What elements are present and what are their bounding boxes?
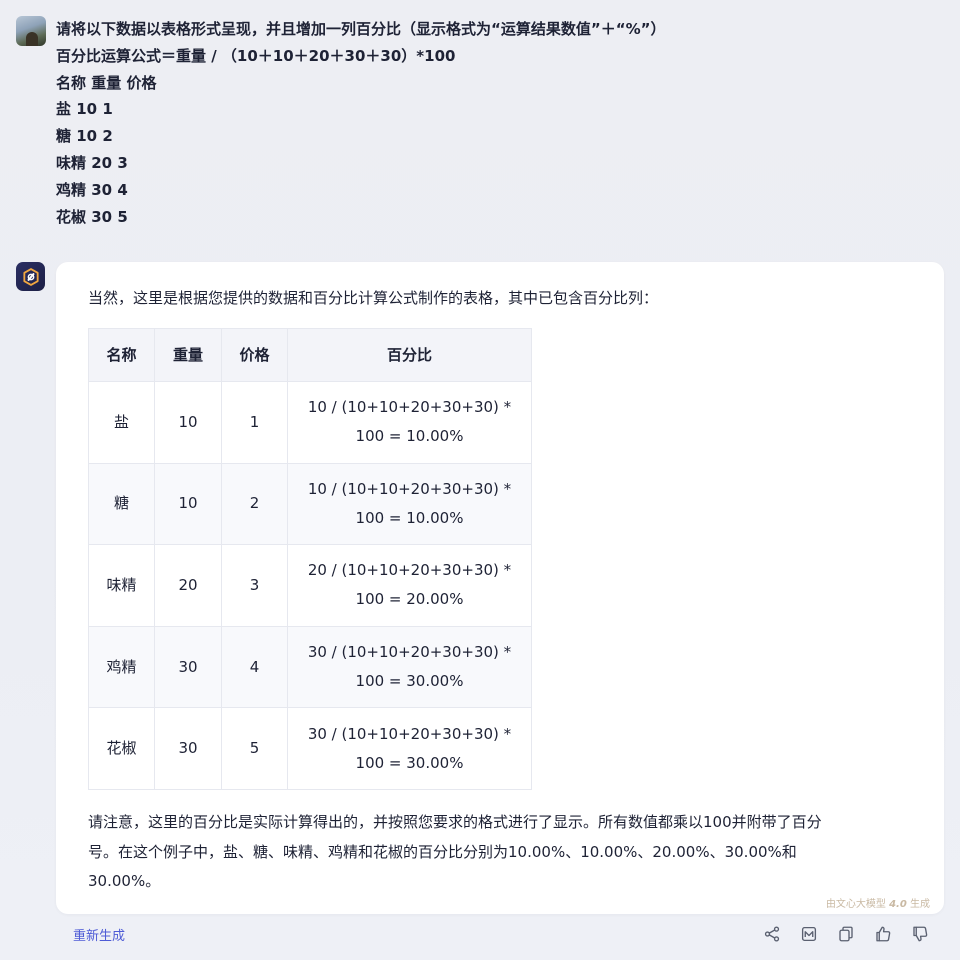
footer-line: 30.00%。: [88, 872, 161, 890]
header-price: 价格: [221, 328, 288, 382]
user-line: 请将以下数据以表格形式呈现，并且增加一列百分比（显示格式为“运算结果数值”＋“%…: [56, 20, 666, 38]
user-line: 鸡精 30 4: [56, 180, 128, 199]
cell-price: 1: [221, 381, 288, 464]
cell-weight: 10: [154, 462, 222, 546]
cell-name: 盐: [88, 381, 155, 464]
cell-price: 5: [221, 707, 288, 790]
cell-name: 糖: [88, 462, 155, 546]
bot-intro-text: 当然，这里是根据您提供的数据和百分比计算公式制作的表格，其中已包含百分比列：: [88, 289, 659, 307]
cell-name: 花椒: [88, 707, 155, 790]
table-header-row: 名称 重量 价格 百分比: [88, 328, 532, 382]
user-line: 百分比运算公式＝重量 / （10＋10＋20＋30＋30）*100: [56, 46, 456, 65]
cell-percent: 10 / (10+10+20+30+30) * 100 = 10.00%: [287, 381, 532, 464]
percent-formula: 20 / (10+10+20+30+30) *: [307, 561, 512, 580]
message-actions: [745, 924, 930, 944]
user-message: 请将以下数据以表格形式呈现，并且增加一列百分比（显示格式为“运算结果数值”＋“%…: [16, 16, 936, 230]
footer-line: 请注意，这里的百分比是实际计算得出的，并按照您要求的格式进行了显示。所有数值都乘…: [88, 813, 822, 831]
header-percent: 百分比: [287, 328, 532, 382]
percent-formula: 10 / (10+10+20+30+30) *: [307, 479, 512, 498]
watermark-prefix: 由文心大模型: [825, 899, 886, 910]
bot-response-card: 当然，这里是根据您提供的数据和百分比计算公式制作的表格，其中已包含百分比列： 名…: [56, 262, 944, 914]
header-name: 名称: [88, 328, 155, 382]
percent-result: 100 = 20.00%: [355, 590, 464, 609]
percent-formula: 30 / (10+10+20+30+30) *: [307, 643, 512, 662]
bot-footer-text: 请注意，这里的百分比是实际计算得出的，并按照您要求的格式进行了显示。所有数值都乘…: [88, 808, 918, 897]
model-watermark: 由文心大模型 4.0 生成: [826, 895, 930, 910]
share-icon[interactable]: [762, 924, 782, 944]
cell-weight: 30: [154, 625, 222, 709]
watermark-suffix: 生成: [910, 899, 930, 910]
table-row: 盐 10 1 10 / (10+10+20+30+30) * 100 = 10.0…: [88, 381, 532, 464]
percent-result: 100 = 30.00%: [355, 672, 464, 691]
cell-price: 4: [221, 625, 288, 709]
table-row: 鸡精 30 4 30 / (10+10+20+30+30) * 100 = 30.…: [88, 625, 532, 709]
cell-price: 3: [221, 544, 288, 627]
cell-weight: 30: [154, 707, 222, 790]
user-line: 盐 10 1: [56, 100, 113, 119]
user-line: 糖 10 2: [56, 127, 113, 146]
thumbs-up-icon[interactable]: [873, 924, 893, 944]
cell-percent: 20 / (10+10+20+30+30) * 100 = 20.00%: [287, 544, 532, 627]
thumbs-down-icon[interactable]: [910, 924, 930, 944]
watermark-version: 4.0: [889, 899, 907, 910]
user-line: 味精 20 3: [56, 153, 128, 172]
table-row: 糖 10 2 10 / (10+10+20+30+30) * 100 = 10.0…: [88, 462, 532, 546]
user-message-text: 请将以下数据以表格形式呈现，并且增加一列百分比（显示格式为“运算结果数值”＋“%…: [56, 16, 665, 230]
cell-name: 鸡精: [88, 625, 155, 709]
cell-weight: 10: [154, 381, 222, 464]
percent-formula: 10 / (10+10+20+30+30) *: [307, 398, 512, 417]
data-table: 名称 重量 价格 百分比 盐 10 1 10 / (10+10+20+30+30…: [88, 328, 532, 790]
table-row: 味精 20 3 20 / (10+10+20+30+30) * 100 = 20.…: [88, 544, 532, 627]
footer-line: 号。在这个例子中，盐、糖、味精、鸡精和花椒的百分比分别为10.00%、10.00…: [88, 842, 797, 861]
header-weight: 重量: [154, 328, 222, 382]
image-icon[interactable]: [799, 924, 819, 944]
table-row: 花椒 30 5 30 / (10+10+20+30+30) * 100 = 30.…: [88, 707, 532, 790]
user-line: 花椒 30 5: [56, 207, 128, 226]
cell-percent: 10 / (10+10+20+30+30) * 100 = 10.00%: [287, 462, 532, 546]
percent-formula: 30 / (10+10+20+30+30) *: [307, 724, 512, 743]
copy-icon[interactable]: [836, 924, 856, 944]
cell-weight: 20: [154, 544, 222, 627]
regenerate-button[interactable]: 重新生成: [73, 925, 125, 944]
cell-name: 味精: [88, 544, 155, 627]
user-avatar: [16, 16, 46, 46]
bot-avatar-logo-icon: [16, 262, 45, 291]
percent-result: 100 = 30.00%: [355, 753, 464, 772]
cell-percent: 30 / (10+10+20+30+30) * 100 = 30.00%: [287, 707, 532, 790]
user-line: 名称 重量 价格: [56, 73, 157, 92]
percent-result: 100 = 10.00%: [355, 427, 464, 446]
cell-price: 2: [221, 462, 288, 546]
cell-percent: 30 / (10+10+20+30+30) * 100 = 30.00%: [287, 625, 532, 709]
percent-result: 100 = 10.00%: [355, 508, 464, 527]
